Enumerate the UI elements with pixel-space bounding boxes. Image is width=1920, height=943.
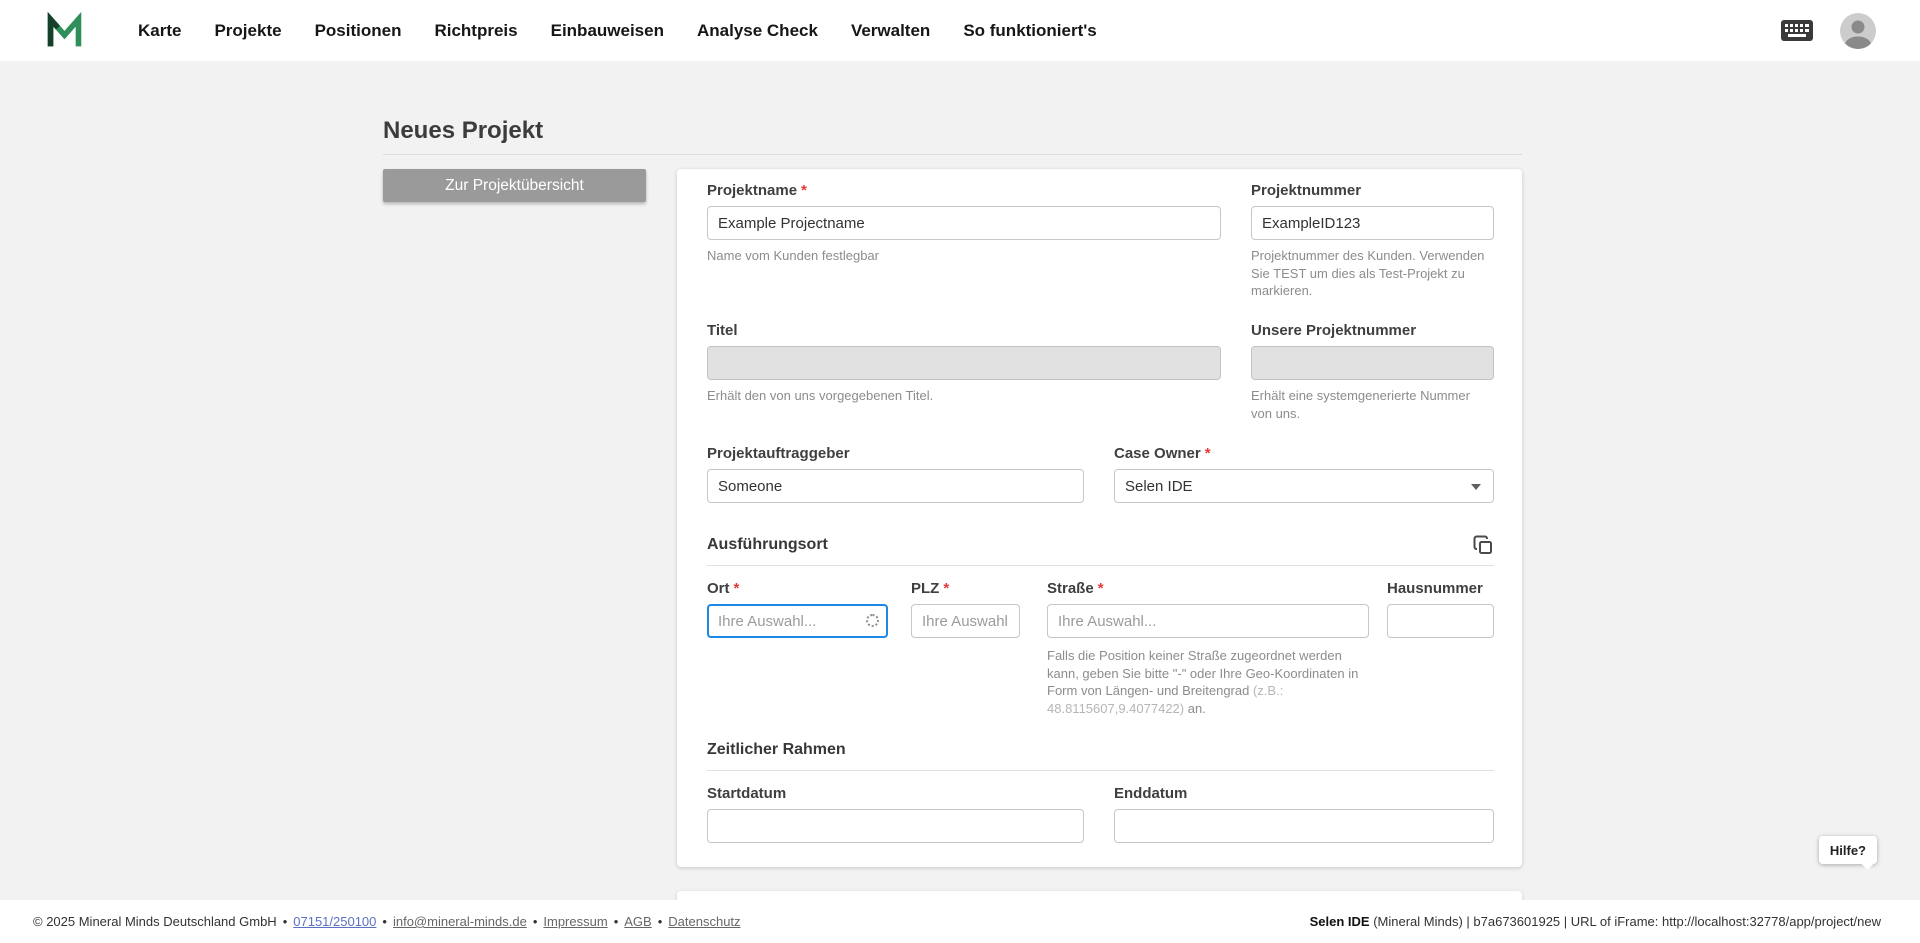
unsere-projektnummer-input: [1251, 346, 1494, 380]
case-owner-label: Case Owner: [1114, 445, 1201, 462]
projektname-input[interactable]: [707, 206, 1221, 240]
section-zeitlicher-rahmen: Zeitlicher Rahmen: [707, 740, 1494, 771]
zeitlicher-rahmen-title: Zeitlicher Rahmen: [707, 740, 846, 760]
navbar-right-actions: [1780, 0, 1876, 61]
unsere-projektnummer-label: Unsere Projektnummer: [1251, 322, 1416, 339]
case-owner-select[interactable]: Selen IDE: [1114, 469, 1494, 503]
section-ausfuehrungsort: Ausführungsort: [707, 535, 1494, 566]
separator: •: [533, 914, 538, 929]
footer-left: © 2025 Mineral Minds Deutschland GmbH • …: [33, 914, 741, 929]
user-avatar[interactable]: [1840, 13, 1876, 49]
separator: •: [614, 914, 619, 929]
footer: © 2025 Mineral Minds Deutschland GmbH • …: [0, 900, 1920, 943]
nav-item-karte[interactable]: Karte: [138, 21, 181, 41]
main-nav: Karte Projekte Positionen Richtpreis Ein…: [138, 0, 1097, 61]
help-button[interactable]: Hilfe?: [1819, 836, 1877, 864]
agb-link[interactable]: AGB: [624, 914, 651, 929]
startdatum-input[interactable]: [707, 809, 1084, 843]
keyboard-icon[interactable]: [1780, 19, 1814, 42]
enddatum-input[interactable]: [1114, 809, 1494, 843]
title-divider: [383, 154, 1522, 155]
section-divider: [707, 770, 1494, 771]
footer-right: Selen IDE (Mineral Minds) | b7a673601925…: [1310, 914, 1881, 929]
nav-item-richtpreis[interactable]: Richtpreis: [434, 21, 517, 41]
top-navbar: Karte Projekte Positionen Richtpreis Ein…: [0, 0, 1920, 61]
startdatum-label: Startdatum: [707, 785, 786, 802]
copy-icon[interactable]: [1472, 534, 1494, 556]
projektnummer-input[interactable]: [1251, 206, 1494, 240]
field-ort: Ort*: [707, 580, 888, 638]
field-case-owner: Case Owner* Selen IDE: [1114, 445, 1494, 503]
field-unsere-projektnummer: Unsere Projektnummer Erhält eine systemg…: [1251, 322, 1494, 422]
projektname-label: Projektname: [707, 182, 797, 199]
strasse-label: Straße: [1047, 580, 1094, 597]
datenschutz-link[interactable]: Datenschutz: [668, 914, 740, 929]
ort-label: Ort: [707, 580, 730, 597]
titel-helper: Erhält den von uns vorgegebenen Titel.: [707, 387, 1221, 405]
case-owner-selected-value: Selen IDE: [1125, 478, 1193, 495]
session-user: Selen IDE: [1310, 914, 1370, 929]
required-asterisk: *: [801, 182, 807, 199]
person-icon: [1840, 13, 1876, 49]
nav-item-positionen[interactable]: Positionen: [315, 21, 402, 41]
separator: •: [283, 914, 288, 929]
section-divider: [707, 565, 1494, 566]
project-form-card: Projektname* Name vom Kunden festlegbar …: [677, 169, 1522, 867]
titel-input: [707, 346, 1221, 380]
field-projektnummer: Projektnummer Projektnummer des Kunden. …: [1251, 182, 1494, 300]
nav-item-verwalten[interactable]: Verwalten: [851, 21, 930, 41]
ausfuehrungsort-title: Ausführungsort: [707, 535, 828, 555]
projektname-helper: Name vom Kunden festlegbar: [707, 247, 1221, 265]
field-startdatum: Startdatum: [707, 785, 1084, 843]
field-titel: Titel Erhält den von uns vorgegebenen Ti…: [707, 322, 1221, 405]
chevron-down-icon: [1471, 484, 1481, 490]
required-asterisk: *: [734, 580, 740, 597]
required-asterisk: *: [943, 580, 949, 597]
projektnummer-label: Projektnummer: [1251, 182, 1361, 199]
field-strasse: Straße* Falls die Position keiner Straße…: [1047, 580, 1369, 717]
plz-label: PLZ: [911, 580, 939, 597]
field-hausnummer: Hausnummer: [1387, 580, 1494, 638]
nav-item-so-funktionierts[interactable]: So funktioniert's: [963, 21, 1096, 41]
enddatum-label: Enddatum: [1114, 785, 1187, 802]
projektauftraggeber-label: Projektauftraggeber: [707, 445, 850, 462]
field-projektname: Projektname* Name vom Kunden festlegbar: [707, 182, 1221, 265]
field-plz: PLZ*: [911, 580, 1020, 638]
bubble-tail: [1861, 857, 1874, 870]
plz-input[interactable]: [911, 604, 1020, 638]
nav-item-projekte[interactable]: Projekte: [214, 21, 281, 41]
hausnummer-input[interactable]: [1387, 604, 1494, 638]
nav-item-analyse-check[interactable]: Analyse Check: [697, 21, 818, 41]
required-asterisk: *: [1205, 445, 1211, 462]
email-link[interactable]: info@mineral-minds.de: [393, 914, 527, 929]
titel-label: Titel: [707, 322, 738, 339]
loading-spinner-icon: [866, 614, 879, 627]
required-asterisk: *: [1098, 580, 1104, 597]
projektnummer-helper: Projektnummer des Kunden. Verwenden Sie …: [1251, 247, 1494, 300]
field-projektauftraggeber: Projektauftraggeber: [707, 445, 1084, 503]
phone-link[interactable]: 07151/250100: [293, 914, 376, 929]
field-enddatum: Enddatum: [1114, 785, 1494, 843]
impressum-link[interactable]: Impressum: [543, 914, 607, 929]
back-to-projects-button[interactable]: Zur Projektübersicht: [383, 169, 646, 202]
projektauftraggeber-input[interactable]: [707, 469, 1084, 503]
hausnummer-label: Hausnummer: [1387, 580, 1483, 597]
copyright-text: © 2025 Mineral Minds Deutschland GmbH: [33, 914, 277, 929]
separator: •: [658, 914, 663, 929]
ort-input[interactable]: [707, 604, 888, 638]
help-label: Hilfe?: [1830, 843, 1866, 858]
nav-item-einbauweisen[interactable]: Einbauweisen: [551, 21, 664, 41]
brand-logo-icon[interactable]: [44, 10, 85, 51]
session-info: (Mineral Minds) | b7a673601925 | URL of …: [1370, 914, 1881, 929]
page-title: Neues Projekt: [383, 117, 543, 145]
strasse-input[interactable]: [1047, 604, 1369, 638]
unsere-projektnummer-helper: Erhält eine systemgenerierte Nummer von …: [1251, 387, 1494, 422]
separator: •: [382, 914, 387, 929]
strasse-helper: Falls die Position keiner Straße zugeord…: [1047, 647, 1369, 717]
